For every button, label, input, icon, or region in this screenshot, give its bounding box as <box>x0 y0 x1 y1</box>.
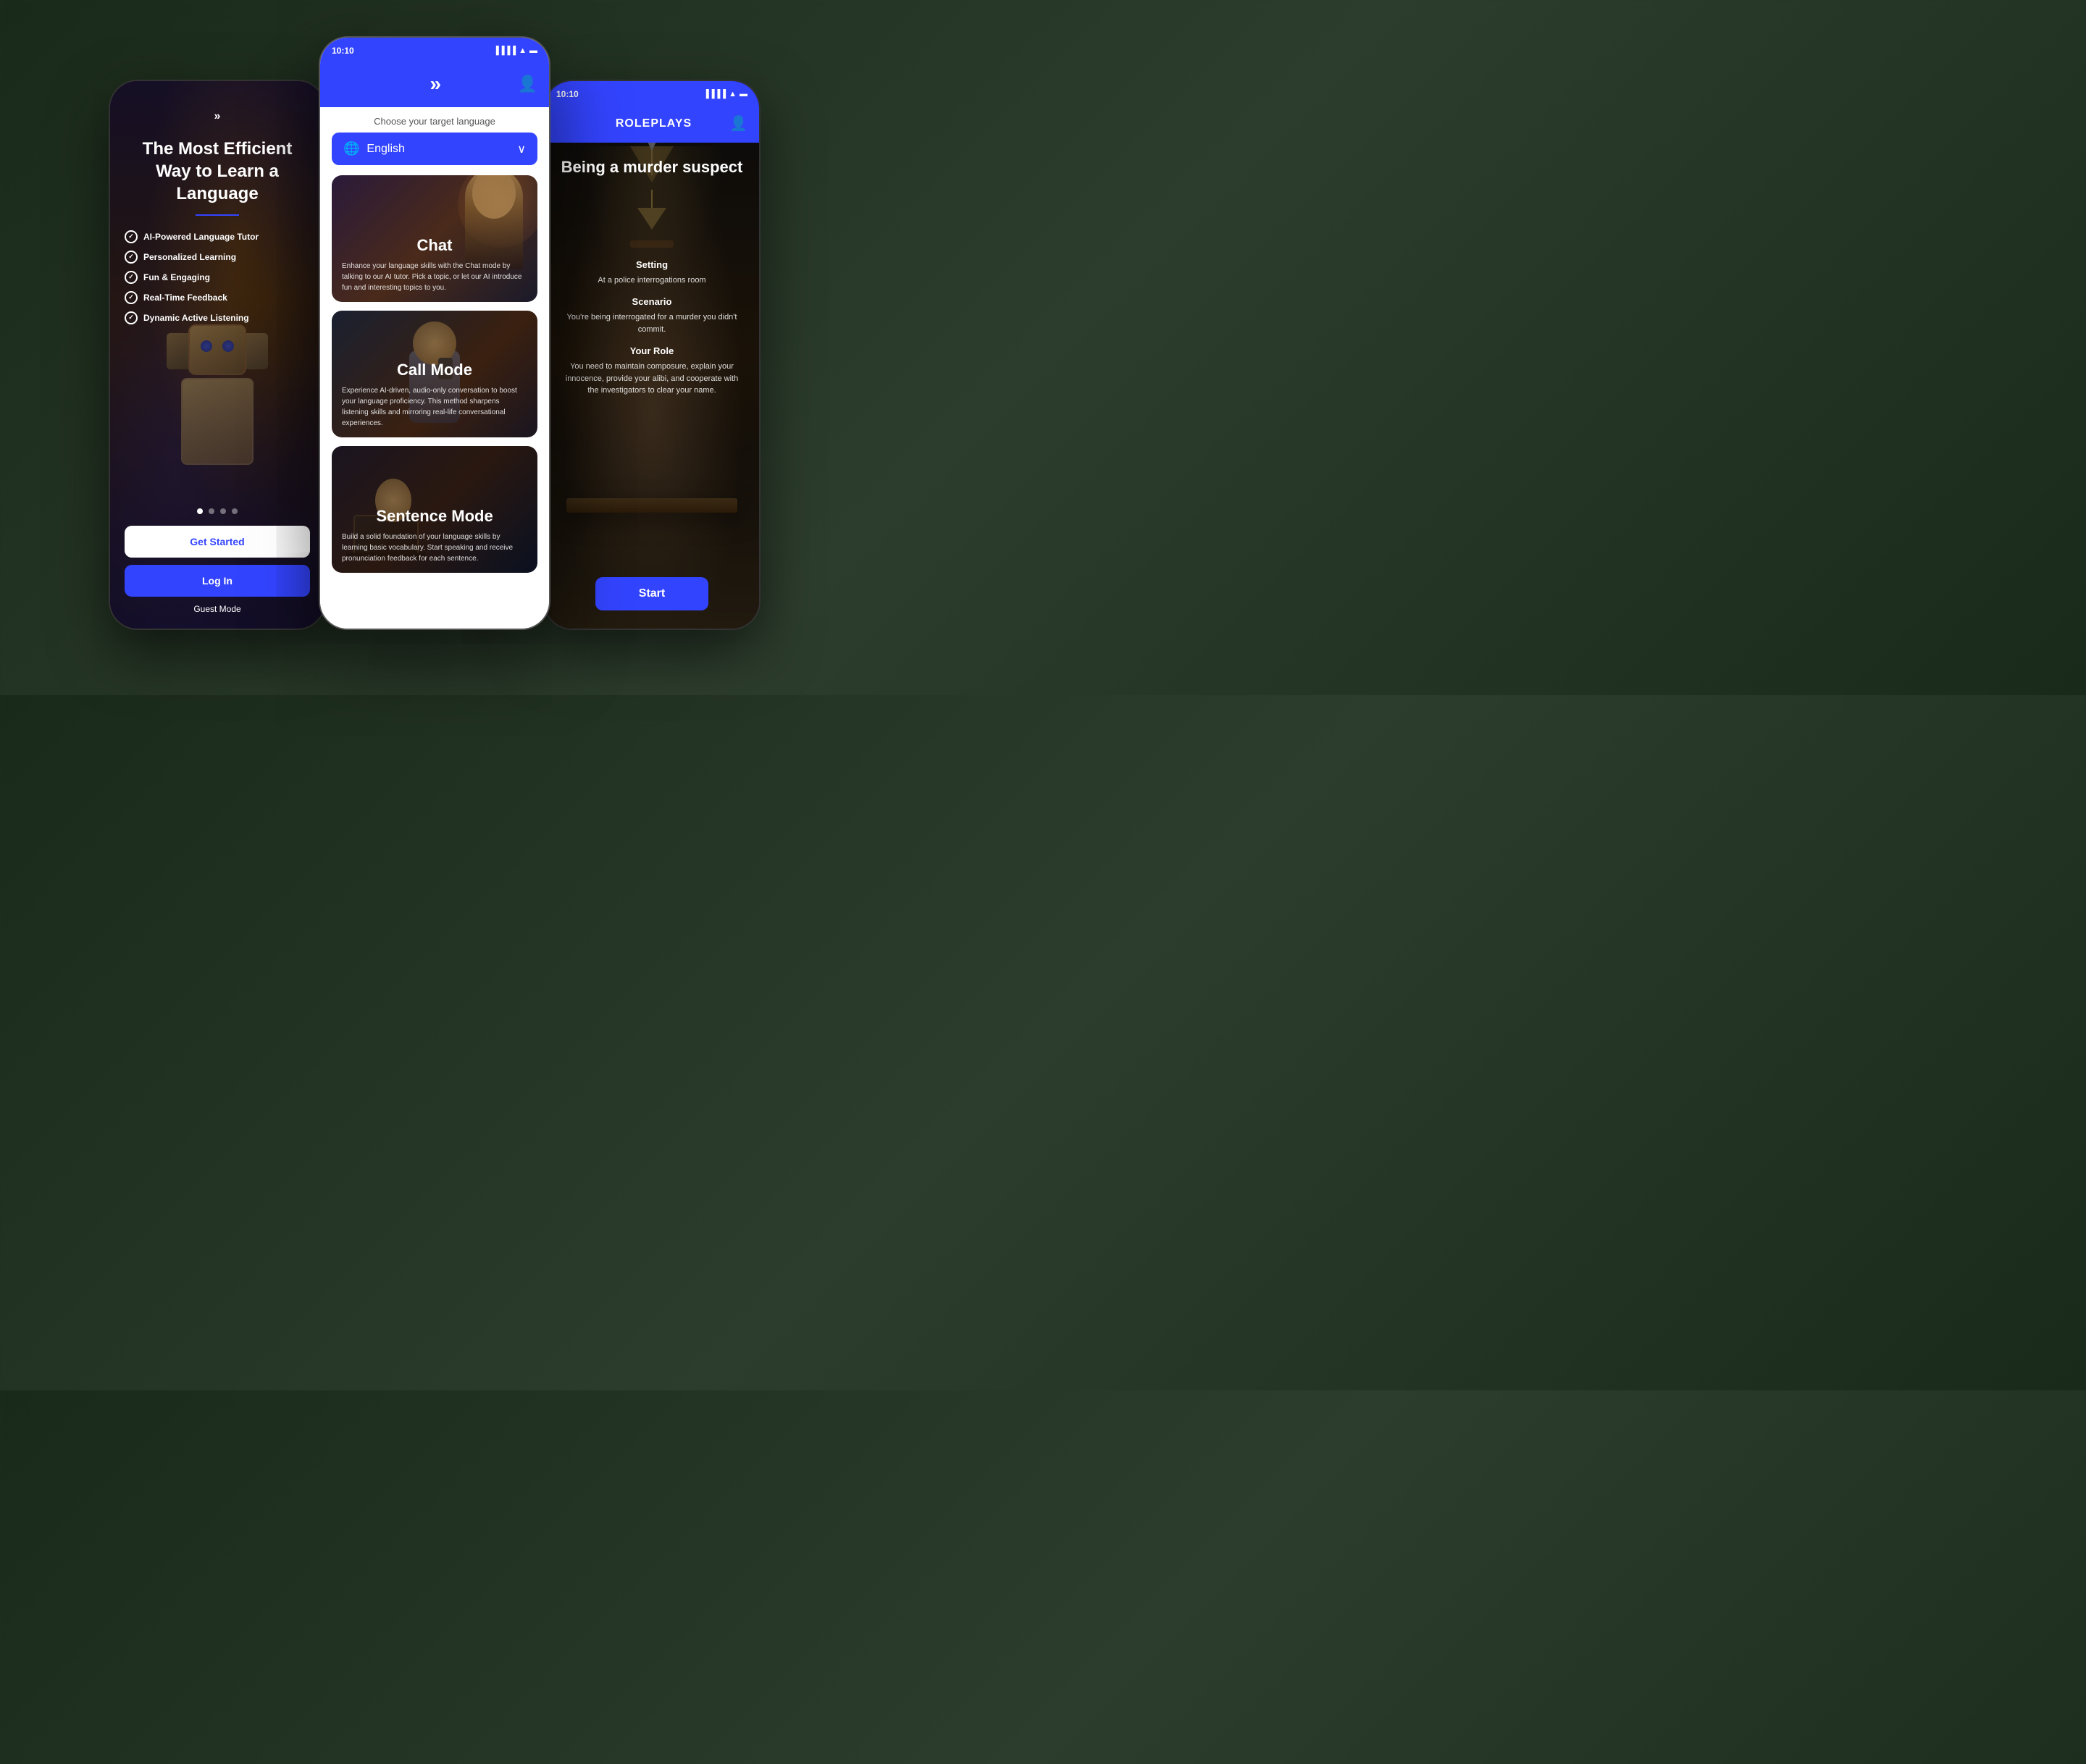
chevron-down-icon: ∨ <box>517 142 526 156</box>
chat-card-content: Chat Enhance your language skills with t… <box>332 175 537 302</box>
right-profile-icon[interactable]: 👤 <box>729 114 747 133</box>
feature-item: ✓ Personalized Learning <box>125 251 310 264</box>
setting-label: Setting <box>636 259 668 270</box>
call-mode-title: Call Mode <box>342 361 527 379</box>
app-logo: » <box>214 110 221 123</box>
right-header: ROLEPLAYS 👤 <box>545 107 759 143</box>
roleplay-scenario-title: Being a murder suspect <box>561 157 743 178</box>
your-role-label: Your Role <box>630 345 674 356</box>
check-icon: ✓ <box>125 230 138 243</box>
call-mode-description: Experience AI-driven, audio-only convers… <box>342 385 527 429</box>
left-phone: » The Most Efficient Way to Learn a Lang… <box>109 80 326 630</box>
feature-label: Real-Time Feedback <box>143 293 227 303</box>
feature-label: Personalized Learning <box>143 252 236 262</box>
right-status-time: 10:10 <box>556 89 579 99</box>
right-status-bar: 10:10 ▐▐▐▐ ▲ ▬ <box>545 81 759 107</box>
dot <box>209 508 214 514</box>
feature-item: ✓ Real-Time Feedback <box>125 291 310 304</box>
feature-label: Fun & Engaging <box>143 272 210 282</box>
guest-mode-link[interactable]: Guest Mode <box>193 604 240 614</box>
battery-icon: ▬ <box>529 46 537 55</box>
chat-mode-description: Enhance your language skills with the Ch… <box>342 261 527 293</box>
dot <box>220 508 226 514</box>
scroll-content[interactable]: Choose your target language 🌐 English ∨ … <box>320 107 549 629</box>
profile-icon[interactable]: 👤 <box>518 75 537 93</box>
status-icons: ▐▐▐▐ ▲ ▬ <box>493 46 537 55</box>
call-card-content: Call Mode Experience AI-driven, audio-on… <box>332 311 537 437</box>
wifi-icon: ▲ <box>519 46 527 55</box>
check-icon: ✓ <box>125 291 138 304</box>
right-phone: 10:10 ▐▐▐▐ ▲ ▬ ROLEPLAYS 👤 Being a murde… <box>543 80 761 630</box>
status-bar: 10:10 ▐▐▐▐ ▲ ▬ <box>320 38 549 64</box>
hero-title: The Most Efficient Way to Learn a Langua… <box>125 138 310 206</box>
center-phone: 10:10 ▐▐▐▐ ▲ ▬ » 👤 Choose your target la… <box>319 36 550 630</box>
scenario-value: You're being interrogated for a murder y… <box>559 311 745 335</box>
target-lang-label: Choose your target language <box>320 107 549 133</box>
call-mode-card[interactable]: Call Mode Experience AI-driven, audio-on… <box>332 311 537 437</box>
check-icon: ✓ <box>125 251 138 264</box>
right-content: Being a murder suspect Setting At a poli… <box>545 143 759 625</box>
right-wifi-icon: ▲ <box>729 90 737 98</box>
center-header: » 👤 <box>320 64 549 107</box>
feature-item: ✓ AI-Powered Language Tutor <box>125 230 310 243</box>
feature-label: Dynamic Active Listening <box>143 313 249 323</box>
hero-divider <box>196 214 239 216</box>
chat-mode-card[interactable]: Chat Enhance your language skills with t… <box>332 175 537 302</box>
features-list: ✓ AI-Powered Language Tutor ✓ Personaliz… <box>125 230 310 332</box>
roleplays-title: ROLEPLAYS <box>616 117 692 130</box>
dot-active <box>197 508 203 514</box>
globe-icon: 🌐 <box>343 141 359 156</box>
language-selector[interactable]: 🌐 English ∨ <box>332 133 537 165</box>
check-icon: ✓ <box>125 271 138 284</box>
sentence-mode-card[interactable]: Sentence Mode Build a solid foundation o… <box>332 446 537 573</box>
your-role-value: You need to maintain composure, explain … <box>559 361 745 397</box>
feature-item: ✓ Fun & Engaging <box>125 271 310 284</box>
get-started-button[interactable]: Get Started <box>125 526 310 558</box>
center-logo-icon: » <box>430 72 442 96</box>
sentence-mode-description: Build a solid foundation of your languag… <box>342 532 527 564</box>
feature-label: AI-Powered Language Tutor <box>143 232 259 242</box>
status-time: 10:10 <box>332 46 354 56</box>
sentence-card-content: Sentence Mode Build a solid foundation o… <box>332 446 537 573</box>
logo-icon: » <box>214 110 221 123</box>
right-status-icons: ▐▐▐▐ ▲ ▬ <box>703 90 747 98</box>
setting-value: At a police interrogations room <box>598 274 705 287</box>
dot <box>232 508 238 514</box>
sentence-mode-title: Sentence Mode <box>342 507 527 526</box>
login-button[interactable]: Log In <box>125 565 310 597</box>
selected-language: English <box>366 143 510 156</box>
scenario-label: Scenario <box>632 296 672 307</box>
right-battery-icon: ▬ <box>740 90 747 98</box>
right-signal-icon: ▐▐▐▐ <box>703 90 726 98</box>
feature-item: ✓ Dynamic Active Listening <box>125 311 310 324</box>
start-button[interactable]: Start <box>595 577 708 610</box>
check-icon: ✓ <box>125 311 138 324</box>
pagination-dots <box>197 508 238 514</box>
scene-art <box>623 190 681 248</box>
chat-mode-title: Chat <box>342 236 527 255</box>
signal-icon: ▐▐▐▐ <box>493 46 516 55</box>
